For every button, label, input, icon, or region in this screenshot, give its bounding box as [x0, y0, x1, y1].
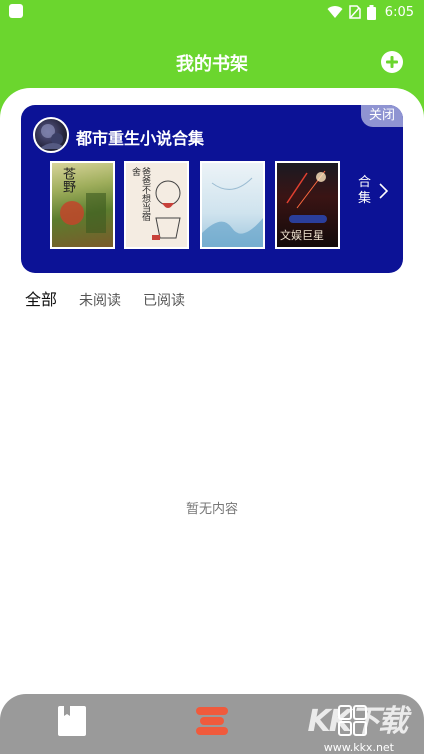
- tab-read[interactable]: 已阅读: [143, 290, 185, 310]
- more-collection-label: 合集: [358, 175, 372, 206]
- book-cover-title: 文娱巨星: [280, 229, 324, 242]
- empty-state-text: 暂无内容: [185, 502, 238, 517]
- watermark-logo: KK下载: [307, 704, 408, 739]
- filter-tabs: 全部 未阅读 已阅读: [25, 286, 185, 310]
- status-indicators: 6:05: [327, 3, 414, 21]
- plus-circle-icon: [381, 51, 403, 73]
- app-notification-icon: [9, 4, 23, 18]
- tab-all[interactable]: 全部: [25, 286, 57, 310]
- page-title: 我的书架: [176, 54, 248, 75]
- wifi-icon: [327, 6, 343, 19]
- status-bar: 6:05: [0, 0, 424, 24]
- add-button[interactable]: [380, 50, 404, 74]
- book-cover-3[interactable]: [200, 161, 265, 249]
- close-button[interactable]: 关闭: [361, 105, 403, 127]
- nav-bookshelf[interactable]: [192, 704, 232, 738]
- status-time: 6:05: [384, 4, 414, 20]
- watermark: KK下载 www.kkx.net: [300, 694, 420, 754]
- book-cover-art: [202, 177, 263, 247]
- collection-avatar: [33, 117, 69, 153]
- watermark-url: www.kkx.net: [323, 741, 394, 754]
- book-cover-1[interactable]: 苍野: [50, 161, 115, 249]
- title-bar: 我的书架: [0, 44, 424, 80]
- book-icon: [58, 706, 86, 736]
- book-cover-2[interactable]: 爸爸不想当宿舍: [124, 161, 189, 249]
- collection-title: 都市重生小说合集: [76, 129, 205, 148]
- nav-bookstore[interactable]: [52, 704, 92, 738]
- book-cover-art: [152, 180, 181, 240]
- battery-icon: [366, 4, 376, 20]
- more-collection-button[interactable]: 合集: [352, 175, 392, 225]
- collection-card[interactable]: 关闭 都市重生小说合集 苍野 爸爸不想当宿舍 文娱巨星 合集: [21, 105, 403, 273]
- chevron-right-icon: [379, 183, 388, 199]
- bottom-nav: KK下载 www.kkx.net: [0, 694, 424, 754]
- book-cover-4[interactable]: 文娱巨星: [275, 161, 340, 249]
- tab-unread[interactable]: 未阅读: [79, 290, 121, 310]
- avatar-image: [39, 124, 67, 149]
- book-cover-art: [60, 193, 106, 233]
- bookshelf-icon: [196, 707, 228, 735]
- no-sim-icon: [349, 5, 361, 19]
